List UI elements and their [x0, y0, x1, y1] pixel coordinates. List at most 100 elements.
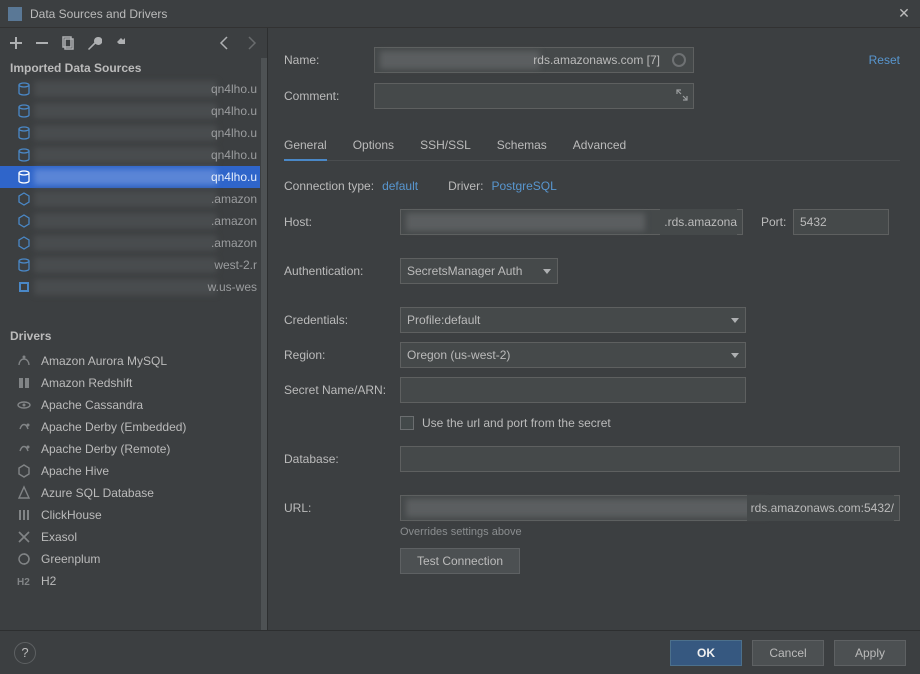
redacted-text	[380, 51, 540, 69]
datasource-icon	[16, 147, 32, 163]
datasource-item[interactable]: w.us-wes	[0, 276, 267, 298]
datasource-icon	[16, 191, 32, 207]
datasource-item[interactable]: .amazon	[0, 210, 267, 232]
drivers-list: Amazon Aurora MySQL Amazon Redshift Apache…	[0, 346, 267, 592]
scrollbar[interactable]	[260, 58, 267, 630]
url-label: URL:	[284, 501, 400, 515]
tabs: General Options SSH/SSL Schemas Advanced	[284, 138, 900, 161]
add-icon[interactable]	[8, 35, 24, 51]
test-connection-button[interactable]: Test Connection	[400, 548, 520, 574]
datasource-icon	[16, 169, 32, 185]
dialog-footer: ? OK Cancel Apply	[0, 630, 920, 674]
chevron-down-icon	[731, 353, 739, 358]
reset-link[interactable]: Reset	[869, 53, 900, 67]
datasource-item[interactable]: qn4lho.u	[0, 78, 267, 100]
tab-options[interactable]: Options	[353, 138, 394, 160]
datasource-item[interactable]: qn4lho.u	[0, 144, 267, 166]
redacted-text	[34, 235, 217, 251]
conn-type-label: Connection type:	[284, 179, 374, 193]
tab-schemas[interactable]: Schemas	[497, 138, 547, 160]
datasource-suffix: .amazon	[211, 188, 257, 210]
driver-label: Amazon Redshift	[41, 376, 132, 390]
tab-ssh-ssl[interactable]: SSH/SSL	[420, 138, 471, 160]
driver-icon	[16, 353, 32, 369]
datasource-item[interactable]: qn4lho.u	[0, 166, 267, 188]
datasource-suffix: .amazon	[211, 210, 257, 232]
driver-label: ClickHouse	[41, 508, 102, 522]
apply-button[interactable]: Apply	[834, 640, 906, 666]
credentials-select[interactable]: Profile:default	[400, 307, 746, 333]
driver-value[interactable]: PostgreSQL	[491, 179, 556, 193]
driver-item[interactable]: Amazon Aurora MySQL	[0, 350, 267, 372]
back-icon[interactable]	[217, 35, 233, 51]
redacted-text	[406, 213, 645, 231]
driver-label: Greenplum	[41, 552, 100, 566]
driver-item[interactable]: Apache Derby (Remote)	[0, 438, 267, 460]
redacted-text	[34, 125, 217, 141]
remove-icon[interactable]	[34, 35, 50, 51]
datasource-suffix: .amazon	[211, 232, 257, 254]
driver-item[interactable]: Azure SQL Database	[0, 482, 267, 504]
auth-value: SecretsManager Auth	[407, 264, 522, 278]
credentials-value: Profile:default	[407, 313, 480, 327]
expand-icon[interactable]	[676, 89, 688, 101]
region-select[interactable]: Oregon (us-west-2)	[400, 342, 746, 368]
forward-icon[interactable]	[243, 35, 259, 51]
secret-input[interactable]	[400, 377, 746, 403]
drivers-header: Drivers	[0, 326, 267, 346]
chevron-down-icon	[731, 318, 739, 323]
host-label: Host:	[284, 215, 400, 229]
reset-layout-icon[interactable]	[112, 35, 128, 51]
datasource-item[interactable]: .amazon	[0, 232, 267, 254]
chevron-down-icon	[543, 269, 551, 274]
driver-icon	[16, 507, 32, 523]
tab-advanced[interactable]: Advanced	[573, 138, 626, 160]
driver-item[interactable]: Apache Cassandra	[0, 394, 267, 416]
datasource-item[interactable]: .amazon	[0, 188, 267, 210]
help-button[interactable]: ?	[14, 642, 36, 664]
datasource-item[interactable]: qn4lho.u	[0, 122, 267, 144]
svg-text:H2: H2	[17, 577, 30, 588]
tab-general[interactable]: General	[284, 138, 327, 161]
driver-item[interactable]: Greenplum	[0, 548, 267, 570]
driver-icon: H2	[16, 573, 32, 589]
use-url-checkbox[interactable]	[400, 416, 414, 430]
redacted-text	[34, 103, 217, 119]
use-url-label: Use the url and port from the secret	[422, 416, 611, 430]
datasource-item[interactable]: qn4lho.u	[0, 100, 267, 122]
auth-select[interactable]: SecretsManager Auth	[400, 258, 558, 284]
conn-type-value[interactable]: default	[382, 179, 418, 193]
close-icon[interactable]: ✕	[896, 6, 912, 22]
driver-item[interactable]: Exasol	[0, 526, 267, 548]
driver-icon	[16, 419, 32, 435]
database-input[interactable]	[400, 446, 900, 472]
driver-item[interactable]: ClickHouse	[0, 504, 267, 526]
driver-item[interactable]: Apache Hive	[0, 460, 267, 482]
ok-button[interactable]: OK	[670, 640, 742, 666]
port-input[interactable]	[793, 209, 889, 235]
wrench-icon[interactable]	[86, 35, 102, 51]
driver-item[interactable]: Amazon Redshift	[0, 372, 267, 394]
driver-icon	[16, 397, 32, 413]
redacted-text	[34, 147, 217, 163]
secret-label: Secret Name/ARN:	[284, 383, 400, 397]
credentials-label: Credentials:	[284, 313, 400, 327]
driver-label: Azure SQL Database	[41, 486, 154, 500]
redacted-text	[34, 191, 217, 207]
driver-icon	[16, 485, 32, 501]
copy-icon[interactable]	[60, 35, 76, 51]
datasource-suffix: w.us-wes	[208, 276, 257, 298]
url-suffix: rds.amazonaws.com:5432/	[747, 495, 894, 521]
driver-item[interactable]: H2H2	[0, 570, 267, 592]
datasource-list: qn4lho.uqn4lho.uqn4lho.uqn4lho.uqn4lho.u…	[0, 78, 267, 298]
name-suffix: rds.amazonaws.com [7]	[533, 53, 660, 67]
auth-label: Authentication:	[284, 264, 400, 278]
datasource-item[interactable]: west-2.r	[0, 254, 267, 276]
window-title: Data Sources and Drivers	[30, 7, 896, 21]
cancel-button[interactable]: Cancel	[752, 640, 824, 666]
comment-input[interactable]	[374, 83, 694, 109]
driver-icon	[16, 441, 32, 457]
main-pane: Name: rds.amazonaws.com [7] Reset Commen…	[268, 28, 920, 630]
driver-item[interactable]: Apache Derby (Embedded)	[0, 416, 267, 438]
redacted-text	[34, 257, 217, 273]
